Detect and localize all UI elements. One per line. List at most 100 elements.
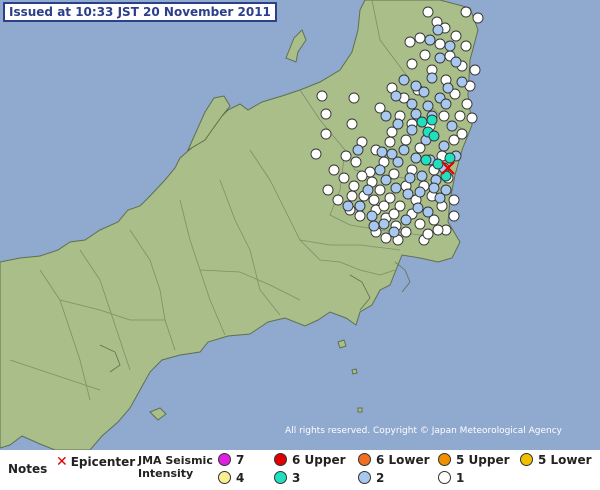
station-marker-intensity-2: [444, 40, 456, 52]
legend-item-1: 1: [438, 471, 464, 485]
station-marker-intensity-2: [434, 192, 446, 204]
station-marker-intensity-1: [434, 38, 446, 50]
station-marker-intensity-2: [386, 148, 398, 160]
legend-item-5-upper: 5 Upper: [438, 453, 510, 467]
legend-item-3-label: 3: [292, 471, 301, 485]
intensity-4-dot: [218, 471, 231, 484]
intensity-6-upper-dot: [274, 453, 287, 466]
station-marker-intensity-1: [456, 128, 468, 140]
legend-item-5-lower-label: 5 Lower: [538, 453, 592, 467]
legend-item-2-label: 2: [376, 471, 385, 485]
station-marker-intensity-1: [472, 12, 484, 24]
intensity-5-lower-dot: [520, 453, 533, 466]
legend-item-5-upper-label: 5 Upper: [456, 453, 510, 467]
station-marker-intensity-1: [460, 6, 472, 18]
legend-intensity-line1: JMA Seismic: [138, 454, 213, 467]
station-marker-intensity-1: [454, 110, 466, 122]
intensity-3-dot: [274, 471, 287, 484]
station-marker-intensity-1: [338, 172, 350, 184]
station-marker-intensity-2: [380, 174, 392, 186]
station-marker-intensity-2: [354, 200, 366, 212]
station-marker-intensity-1: [374, 184, 386, 196]
station-marker-intensity-1: [448, 210, 460, 222]
island-b: [351, 368, 358, 375]
station-marker-intensity-1: [340, 150, 352, 162]
station-marker-intensity-1: [466, 112, 478, 124]
station-marker-intensity-1: [461, 98, 473, 110]
station-marker-intensity-1: [404, 36, 416, 48]
station-marker-intensity-3: [444, 152, 456, 164]
station-marker-intensity-2: [368, 220, 380, 232]
legend-item-2: 2: [358, 471, 384, 485]
station-marker-intensity-2: [422, 206, 434, 218]
station-marker-intensity-2: [434, 52, 446, 64]
station-marker-intensity-1: [354, 210, 366, 222]
station-marker-intensity-2: [366, 210, 378, 222]
station-marker-intensity-3: [416, 116, 428, 128]
station-marker-intensity-1: [346, 190, 358, 202]
station-marker-intensity-3: [432, 158, 444, 170]
station-marker-intensity-2: [428, 182, 440, 194]
legend-notes-label: Notes: [8, 462, 48, 476]
station-marker-intensity-3: [426, 114, 438, 126]
legend-item-6-lower: 6 Lower: [358, 453, 430, 467]
intensity-6-lower-dot: [358, 453, 371, 466]
legend-intensity-line2: Intensity: [138, 467, 194, 480]
station-marker-intensity-2: [450, 56, 462, 68]
station-marker-intensity-1: [316, 90, 328, 102]
legend-item-7: 7: [218, 453, 244, 467]
station-marker-intensity-2: [426, 72, 438, 84]
legend-item-7-label: 7: [236, 453, 245, 467]
station-marker-intensity-1: [406, 58, 418, 70]
station-marker-intensity-1: [328, 164, 340, 176]
station-marker-intensity-1: [322, 184, 334, 196]
station-marker-intensity-3: [420, 154, 432, 166]
station-marker-intensity-1: [348, 180, 360, 192]
station-marker-intensity-1: [348, 92, 360, 104]
intensity-map: Issued at 10:33 JST 20 November 2011 All…: [0, 0, 600, 450]
station-marker-intensity-1: [460, 40, 472, 52]
station-marker-intensity-2: [392, 118, 404, 130]
station-marker-intensity-1: [320, 128, 332, 140]
station-marker-intensity-1: [438, 110, 450, 122]
station-marker-intensity-2: [362, 184, 374, 196]
issued-timestamp: Issued at 10:33 JST 20 November 2011: [3, 2, 277, 22]
legend-item-4-label: 4: [236, 471, 245, 485]
legend-bar: Notes ✕ Epicenter JMA Seismic Intensity 7…: [0, 450, 600, 490]
station-marker-intensity-2: [422, 100, 434, 112]
station-marker-intensity-1: [450, 30, 462, 42]
legend-item-3: 3: [274, 471, 300, 485]
legend-intensity-title: JMA Seismic Intensity: [138, 454, 213, 480]
station-marker-intensity-2: [342, 200, 354, 212]
station-marker-intensity-1: [378, 200, 390, 212]
station-marker-intensity-1: [350, 156, 362, 168]
station-marker-intensity-1: [419, 49, 431, 61]
station-marker-intensity-1: [400, 134, 412, 146]
station-marker-intensity-1: [356, 170, 368, 182]
legend-epicenter: ✕ Epicenter: [56, 454, 135, 470]
station-marker-intensity-1: [448, 194, 460, 206]
station-marker-intensity-2: [432, 24, 444, 36]
intensity-7-dot: [218, 453, 231, 466]
station-marker-intensity-1: [422, 6, 434, 18]
station-marker-intensity-2: [380, 110, 392, 122]
station-marker-intensity-3: [428, 130, 440, 142]
intensity-5-upper-dot: [438, 453, 451, 466]
station-marker-intensity-2: [374, 164, 386, 176]
station-marker-intensity-2: [456, 76, 468, 88]
station-marker-intensity-1: [414, 218, 426, 230]
station-marker-intensity-2: [410, 80, 422, 92]
station-marker-intensity-1: [469, 64, 481, 76]
station-marker-intensity-2: [404, 172, 416, 184]
station-marker-intensity-2: [416, 170, 428, 182]
station-marker-intensity-2: [398, 144, 410, 156]
intensity-1-dot: [438, 471, 451, 484]
station-marker-intensity-2: [400, 214, 412, 226]
station-marker-intensity-2: [388, 226, 400, 238]
station-marker-intensity-2: [412, 202, 424, 214]
station-marker-intensity-1: [310, 148, 322, 160]
station-marker-intensity-2: [406, 98, 418, 110]
legend-epicenter-label: Epicenter: [70, 455, 136, 469]
station-marker-intensity-1: [384, 136, 396, 148]
station-marker-intensity-1: [432, 224, 444, 236]
